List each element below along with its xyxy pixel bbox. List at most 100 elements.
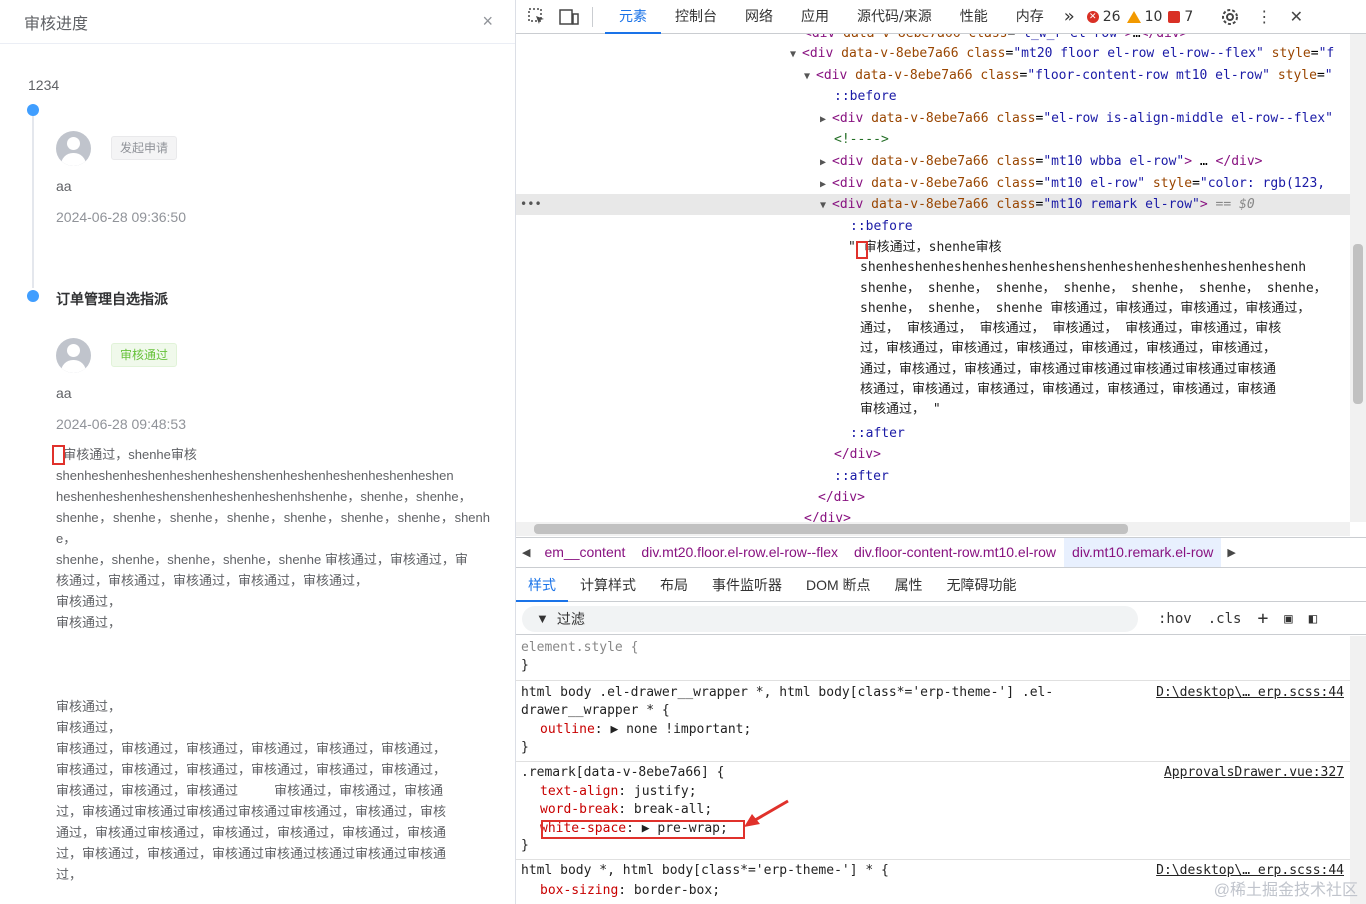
- tab-styles[interactable]: 样式: [516, 568, 568, 602]
- tab-accessibility[interactable]: 无障碍功能: [935, 568, 1029, 602]
- filter-placeholder: 过滤: [556, 610, 585, 627]
- breadcrumb-item-active[interactable]: div.mt10.remark.el-row: [1064, 538, 1222, 567]
- dom-node[interactable]: </div>: [818, 487, 865, 508]
- dom-node[interactable]: ▶ <div data-v-8ebe7a66 class="el-row is-a…: [820, 108, 1333, 129]
- watermark: @稀土掘金技术社区: [1213, 882, 1358, 899]
- error-count[interactable]: ✕ 26: [1086, 9, 1121, 25]
- timeline-dot: [27, 104, 39, 116]
- tab-layout[interactable]: 布局: [648, 568, 700, 602]
- avatar: [56, 338, 91, 373]
- dom-text-line: 审核通过， ": [860, 402, 941, 418]
- tab-performance[interactable]: 性能: [946, 0, 1002, 34]
- styles-filter-bar: ▼ 过滤 :hov .cls + ▣ ◧: [516, 603, 1366, 635]
- dom-node[interactable]: ::after: [850, 423, 905, 444]
- user-name: aa: [56, 385, 72, 401]
- styles-scrollbar[interactable]: [1350, 636, 1366, 904]
- highlight-box: [856, 241, 868, 259]
- rule-selector[interactable]: element.style {: [521, 639, 638, 657]
- dom-node[interactable]: ▶ <div data-v-8ebe7a66 class="mt10 wbba e…: [820, 151, 1263, 172]
- dom-node[interactable]: ▼ <div data-v-8ebe7a66 class="mt20 floor …: [790, 43, 1334, 64]
- approval-drawer: 审核进度 × 1234 发起申请 aa 2024-06-28 09:36:50 …: [0, 0, 516, 904]
- highlight-box: [541, 820, 745, 839]
- dom-text-line: 通过，审核通过，审核通过，审核通过审核通过审核通过审核通过审核通: [860, 361, 1277, 377]
- record-id: 1234: [28, 77, 60, 93]
- breadcrumb-item[interactable]: div.mt20.floor.el-row.el-row--flex: [633, 538, 846, 567]
- dom-node-selected[interactable]: ••• ▼ <div data-v-8ebe7a66 class="mt10 re…: [516, 194, 1350, 215]
- crumb-right-icon[interactable]: ▶: [1221, 546, 1241, 559]
- warning-count[interactable]: 10: [1126, 9, 1162, 25]
- rule-selector[interactable]: html body .el-drawer__wrapper *, html bo…: [521, 684, 1053, 702]
- rule-close: }: [521, 838, 529, 853]
- more-tabs-icon[interactable]: »: [1058, 0, 1081, 34]
- tab-computed[interactable]: 计算样式: [568, 568, 648, 602]
- rule-selector[interactable]: drawer__wrapper * {: [521, 702, 670, 720]
- rule-close: }: [521, 658, 529, 673]
- crumb-left-icon[interactable]: ◀: [516, 546, 536, 559]
- breadcrumb: ◀ em__content div.mt20.floor.el-row.el-r…: [516, 537, 1366, 568]
- rule-selector[interactable]: .remark[data-v-8ebe7a66] {: [521, 764, 725, 782]
- dom-vertical-scrollbar[interactable]: [1350, 34, 1366, 522]
- tab-dom-breakpoints[interactable]: DOM 断点: [794, 568, 883, 602]
- sidebar-toggle-icon[interactable]: ◧: [1309, 611, 1317, 627]
- dom-tree: <div data-v-8ebe7a66 class="l_w_r el-row…: [516, 34, 1350, 522]
- dom-node[interactable]: ::after: [834, 466, 889, 487]
- add-rule-icon[interactable]: +: [1257, 608, 1268, 629]
- paint-icon[interactable]: ▣: [1284, 611, 1292, 627]
- dom-node[interactable]: ::before: [850, 216, 913, 237]
- dom-node[interactable]: ▼ <div data-v-8ebe7a66 class="floor-conte…: [804, 65, 1333, 86]
- issue-count[interactable]: 7: [1168, 9, 1193, 25]
- settings-gear-icon[interactable]: [1219, 6, 1241, 28]
- dom-text-line: " 审核通过，shenhe审核: [848, 240, 1002, 255]
- drawer-header: 审核进度 ×: [0, 0, 515, 44]
- dom-node[interactable]: </div>: [834, 444, 881, 465]
- close-devtools-icon[interactable]: ✕: [1285, 6, 1307, 28]
- drawer-body: 1234 发起申请 aa 2024-06-28 09:36:50 订单管理自选指…: [0, 44, 516, 904]
- hov-toggle[interactable]: :hov: [1158, 611, 1192, 627]
- dom-node[interactable]: ▶ <div data-v-8ebe7a66 class="mt10 el-row…: [820, 173, 1325, 194]
- tab-application[interactable]: 应用: [787, 0, 843, 34]
- device-toggle-icon[interactable]: [558, 6, 580, 28]
- user-name: aa: [56, 178, 72, 194]
- tab-elements[interactable]: 元素: [605, 0, 661, 34]
- rule-declaration[interactable]: word-break: break-all;: [540, 801, 712, 819]
- tab-memory[interactable]: 内存: [1002, 0, 1058, 34]
- devtools-toolbar: 元素 控制台 网络 应用 源代码/来源 性能 内存 » ✕ 26 10 7 ⋮ ✕: [516, 0, 1366, 34]
- styles-tabbar: 样式 计算样式 布局 事件监听器 DOM 断点 属性 无障碍功能: [516, 568, 1366, 602]
- breadcrumb-item[interactable]: div.floor-content-row.mt10.el-row: [846, 538, 1064, 567]
- tab-network[interactable]: 网络: [731, 0, 787, 34]
- dom-text-node[interactable]: " 审核通过，shenhe审核 shenheshenheshenheshenhes…: [848, 238, 1350, 421]
- avatar: [56, 131, 91, 166]
- drawer-title: 审核进度: [24, 15, 89, 33]
- inspect-icon[interactable]: [526, 6, 548, 28]
- dom-node[interactable]: </div>: [804, 508, 851, 522]
- dom-text-line: 过，审核通过，审核通过，审核通过，审核通过，审核通过，审核通过，: [860, 341, 1277, 357]
- rule-selector[interactable]: html body *, html body[class*='erp-theme…: [521, 862, 889, 880]
- dom-text-line: 核通过，审核通过，审核通过，审核通过，审核通过，审核通过，审核通: [860, 382, 1277, 398]
- tab-sources[interactable]: 源代码/来源: [843, 0, 946, 34]
- dom-text-line: shenhe， shenhe， shenhe， shenhe， shenhe， …: [860, 280, 1327, 296]
- kebab-menu-icon[interactable]: ⋮: [1253, 6, 1275, 28]
- dom-text-line: shenhe， shenhe， shenhe 审核通过，审核通过，审核通过，审核…: [860, 300, 1311, 316]
- rule-declaration[interactable]: box-sizing: border-box;: [540, 882, 720, 900]
- rule-source-link[interactable]: ApprovalsDrawer.vue:327: [1164, 764, 1344, 782]
- dom-horizontal-scrollbar[interactable]: [516, 522, 1350, 536]
- annotation-arrow-icon: [744, 799, 789, 827]
- remark-text: 审核通过，shenhe审核 shenheshenheshenheshenhesh…: [56, 447, 490, 882]
- tab-console[interactable]: 控制台: [661, 0, 731, 34]
- dom-node[interactable]: <!---->: [834, 129, 889, 150]
- breadcrumb-item[interactable]: em__content: [536, 538, 633, 567]
- toolbar-divider: [592, 6, 593, 27]
- node-title: 订单管理自选指派: [56, 291, 168, 307]
- timeline-dot: [27, 290, 39, 302]
- timestamp: 2024-06-28 09:36:50: [56, 209, 186, 225]
- dom-node[interactable]: ::before: [834, 86, 897, 107]
- rule-declaration[interactable]: text-align: justify;: [540, 783, 697, 801]
- filter-input[interactable]: ▼ 过滤: [522, 605, 1138, 632]
- rule-declaration[interactable]: outline: ▶ none !important;: [540, 721, 751, 739]
- cls-toggle[interactable]: .cls: [1208, 611, 1242, 627]
- tab-properties[interactable]: 属性: [883, 568, 935, 602]
- rule-source-link[interactable]: D:\desktop\… erp.scss:44: [1156, 684, 1344, 702]
- filter-icon: ▼: [536, 611, 549, 626]
- tab-event-listeners[interactable]: 事件监听器: [700, 568, 794, 602]
- close-icon[interactable]: ×: [482, 11, 493, 32]
